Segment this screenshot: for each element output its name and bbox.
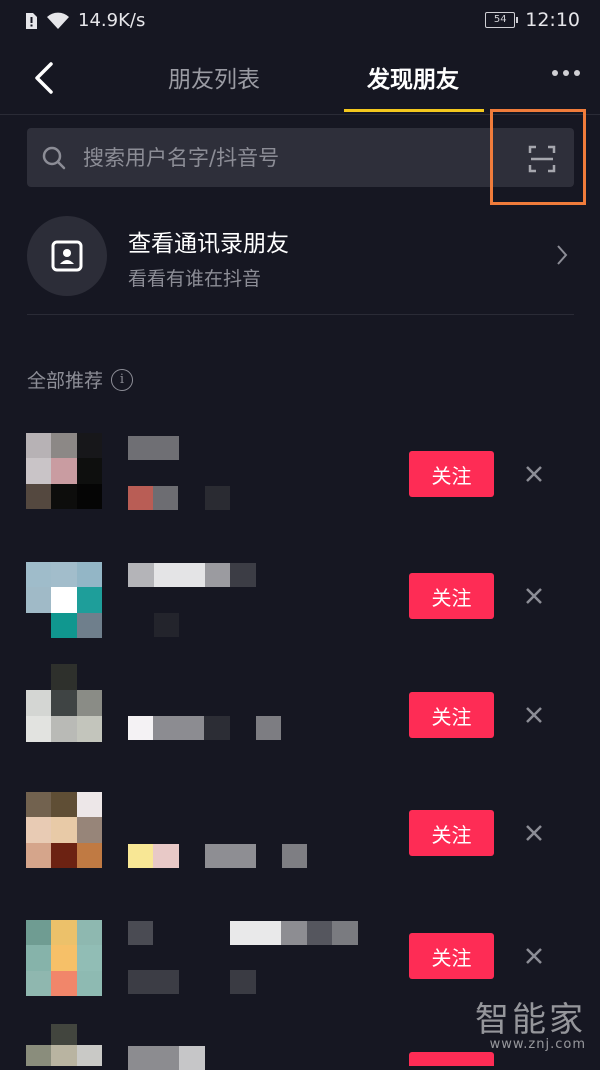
info-icon[interactable]: i — [111, 368, 134, 391]
battery-icon: 54 — [485, 12, 519, 28]
battery-level: 54 — [493, 14, 507, 25]
follow-button[interactable]: 关注 — [409, 933, 494, 979]
close-icon — [526, 948, 542, 964]
dismiss-button[interactable] — [519, 700, 549, 730]
close-icon — [526, 466, 542, 482]
chevron-left-icon — [35, 62, 53, 94]
back-button[interactable] — [24, 56, 64, 100]
view-contacts-row[interactable]: 查看通讯录朋友 看看有谁在抖音 — [27, 216, 574, 315]
recommend-row: 关注 — [0, 433, 600, 543]
contact-card-icon — [51, 240, 83, 272]
scan-highlight-box — [490, 109, 586, 205]
bio-blur — [153, 486, 178, 510]
username-blur — [128, 1046, 179, 1070]
username-blur — [154, 563, 205, 587]
recommend-row: 关注 — [0, 562, 600, 672]
status-bar: 14.9K/s 54 12:10 — [0, 0, 600, 42]
username-blur — [230, 921, 281, 945]
avatar[interactable] — [26, 1024, 102, 1066]
username-blur — [128, 563, 154, 587]
follow-button[interactable]: 关注 — [409, 451, 494, 497]
avatar[interactable] — [26, 664, 102, 742]
avatar[interactable] — [26, 920, 102, 996]
bio-blur — [205, 844, 256, 868]
username-blur — [128, 921, 153, 945]
follow-button[interactable]: 关注 — [409, 810, 494, 856]
bio-blur — [128, 716, 153, 740]
contacts-title: 查看通讯录朋友 — [128, 231, 289, 257]
avatar[interactable] — [26, 792, 102, 868]
follow-button[interactable]: 关注 — [409, 573, 494, 619]
search-input[interactable] — [81, 138, 485, 178]
bio-blur — [153, 716, 204, 740]
wifi-icon — [47, 12, 69, 29]
recommend-section-header: 全部推荐 i — [27, 366, 134, 393]
watermark-url: www.znj.com — [489, 1037, 586, 1052]
username-blur — [205, 563, 230, 587]
bio-blur — [128, 844, 153, 868]
top-nav: 朋友列表 发现朋友 — [0, 42, 600, 115]
search-icon — [42, 146, 66, 170]
contacts-subtitle: 看看有谁在抖音 — [128, 268, 262, 290]
recommend-row: 关注 — [0, 792, 600, 902]
close-icon — [526, 825, 542, 841]
username-blur — [307, 921, 332, 945]
bio-blur — [282, 844, 307, 868]
dismiss-button[interactable] — [519, 459, 549, 489]
watermark-name: 智能家 — [475, 1000, 586, 1040]
recommend-row: 关注 — [0, 664, 600, 774]
clock: 12:10 — [525, 9, 580, 31]
tab-discover-friends[interactable]: 发现朋友 — [367, 60, 459, 94]
username-blur — [179, 1046, 205, 1070]
bio-blur — [128, 486, 153, 510]
follow-button[interactable]: 关注 — [409, 692, 494, 738]
username-blur — [281, 921, 307, 945]
dismiss-button[interactable] — [519, 581, 549, 611]
bio-blur — [128, 970, 179, 994]
bio-blur — [256, 716, 281, 740]
tab-friends-list[interactable]: 朋友列表 — [168, 60, 260, 94]
avatar[interactable] — [26, 562, 102, 638]
dismiss-button[interactable] — [519, 941, 549, 971]
username-blur — [332, 921, 358, 945]
dismiss-button[interactable] — [519, 818, 549, 848]
active-tab-indicator — [344, 109, 484, 112]
watermark: 智能家 www.znj.com — [475, 992, 586, 1052]
network-speed: 14.9K/s — [78, 10, 146, 31]
avatar[interactable] — [26, 433, 102, 509]
close-icon — [526, 588, 542, 604]
bio-blur — [205, 486, 230, 510]
close-icon — [526, 707, 542, 723]
bio-blur — [204, 716, 230, 740]
chevron-right-icon — [557, 245, 568, 265]
more-options-icon[interactable] — [552, 70, 580, 76]
sim-alert-icon — [26, 12, 37, 29]
bio-blur — [154, 613, 179, 637]
section-title: 全部推荐 — [27, 370, 104, 392]
follow-button[interactable] — [409, 1052, 494, 1066]
contacts-avatar — [27, 216, 107, 296]
username-blur — [230, 563, 256, 587]
bio-blur — [153, 844, 179, 868]
username-blur — [128, 436, 179, 460]
bio-blur — [230, 970, 256, 994]
